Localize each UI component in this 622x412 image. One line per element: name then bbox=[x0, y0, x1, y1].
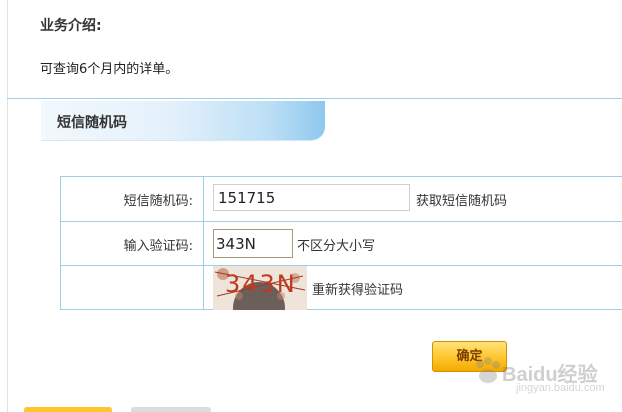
left-border bbox=[7, 0, 8, 412]
captcha-label: 输入验证码: bbox=[123, 239, 193, 254]
captcha-input[interactable]: 343N bbox=[213, 229, 293, 258]
captcha-graphic: 343N bbox=[213, 266, 307, 310]
column-divider bbox=[203, 177, 204, 310]
sms-code-input[interactable]: 151715 bbox=[213, 184, 410, 211]
captcha-image[interactable]: 343N bbox=[213, 266, 307, 310]
intro-text: 可查询6个月内的详单。 bbox=[40, 62, 179, 77]
section-header: 短信随机码 bbox=[41, 101, 325, 141]
sms-code-label: 短信随机码: bbox=[123, 194, 193, 209]
section-title: 短信随机码 bbox=[57, 115, 127, 131]
intro-title: 业务介绍: bbox=[40, 18, 102, 34]
watermark-url: jingyan.baidu.com bbox=[516, 382, 605, 394]
bottom-tab[interactable] bbox=[131, 407, 211, 412]
case-insensitive-note: 不区分大小写 bbox=[297, 239, 376, 254]
baidu-watermark: Baidu经验 jingyan.baidu.com bbox=[472, 352, 620, 400]
refresh-captcha-link[interactable]: 重新获得验证码 bbox=[312, 279, 403, 298]
get-sms-code-link[interactable]: 获取短信随机码 bbox=[416, 190, 507, 209]
paw-icon bbox=[476, 357, 500, 383]
row-divider bbox=[61, 265, 622, 266]
captcha-image-text: 343N bbox=[225, 270, 297, 298]
row-divider bbox=[61, 221, 622, 222]
bottom-tab[interactable] bbox=[24, 407, 112, 412]
row-divider bbox=[61, 309, 622, 310]
sms-form-table: 短信随机码: 151715 获取短信随机码 输入验证码: 343N 不区分大小写… bbox=[60, 176, 622, 310]
section-divider bbox=[7, 98, 622, 99]
